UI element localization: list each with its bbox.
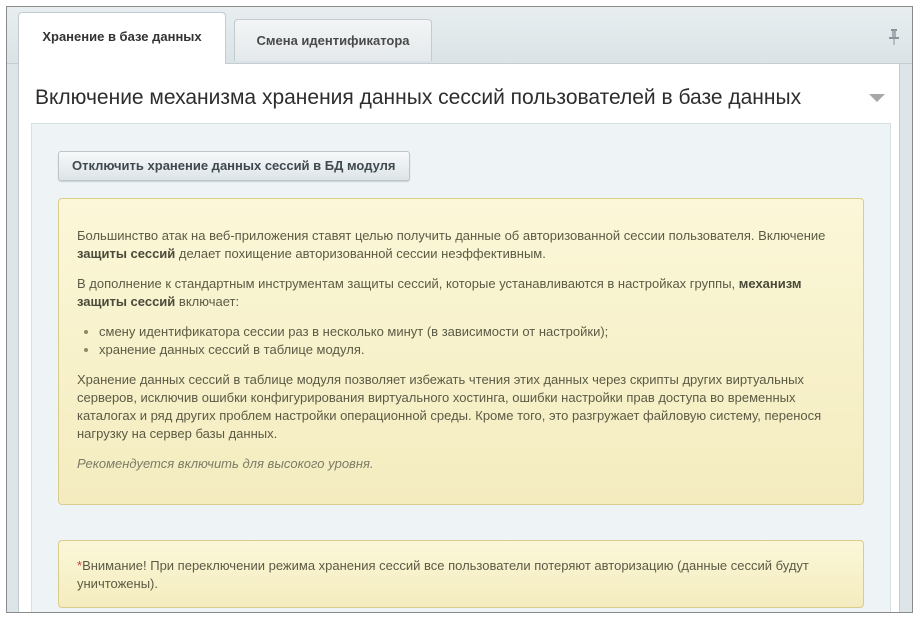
- warning-note: *Внимание! При переключении режима хране…: [58, 540, 864, 608]
- info-note: Большинство атак на веб-приложения ставя…: [58, 198, 864, 505]
- info-list: смену идентификатора сессии раз в нескол…: [99, 323, 845, 359]
- tab-change-id[interactable]: Смена идентификатора: [234, 19, 432, 61]
- info-paragraph-1: Большинство атак на веб-приложения ставя…: [77, 228, 826, 261]
- list-item: хранение данных сессий в таблице модуля.: [99, 341, 845, 359]
- tab-db-storage[interactable]: Хранение в базе данных: [18, 12, 226, 64]
- pin-icon[interactable]: [888, 28, 900, 46]
- warning-text: Внимание! При переключении режима хранен…: [77, 558, 809, 591]
- settings-window: Хранение в базе данных Смена идентификат…: [6, 6, 913, 613]
- settings-panel: Включение механизма хранения данных сесс…: [18, 64, 900, 612]
- info-paragraph-3: Хранение данных сессий в таблице модуля …: [77, 372, 822, 441]
- tab-bar: Хранение в базе данных Смена идентификат…: [7, 7, 912, 64]
- collapse-arrow-icon[interactable]: [869, 94, 885, 102]
- info-paragraph-2: В дополнение к стандартным инструментам …: [77, 276, 802, 309]
- disable-db-session-storage-button[interactable]: Отключить хранение данных сессий в БД мо…: [58, 151, 410, 181]
- panel-title: Включение механизма хранения данных сесс…: [35, 86, 802, 109]
- recommendation-text: Рекомендуется включить для высокого уров…: [77, 456, 374, 471]
- list-item: смену идентификатора сессии раз в нескол…: [99, 323, 845, 341]
- panel-body: Отключить хранение данных сессий в БД мо…: [31, 123, 891, 612]
